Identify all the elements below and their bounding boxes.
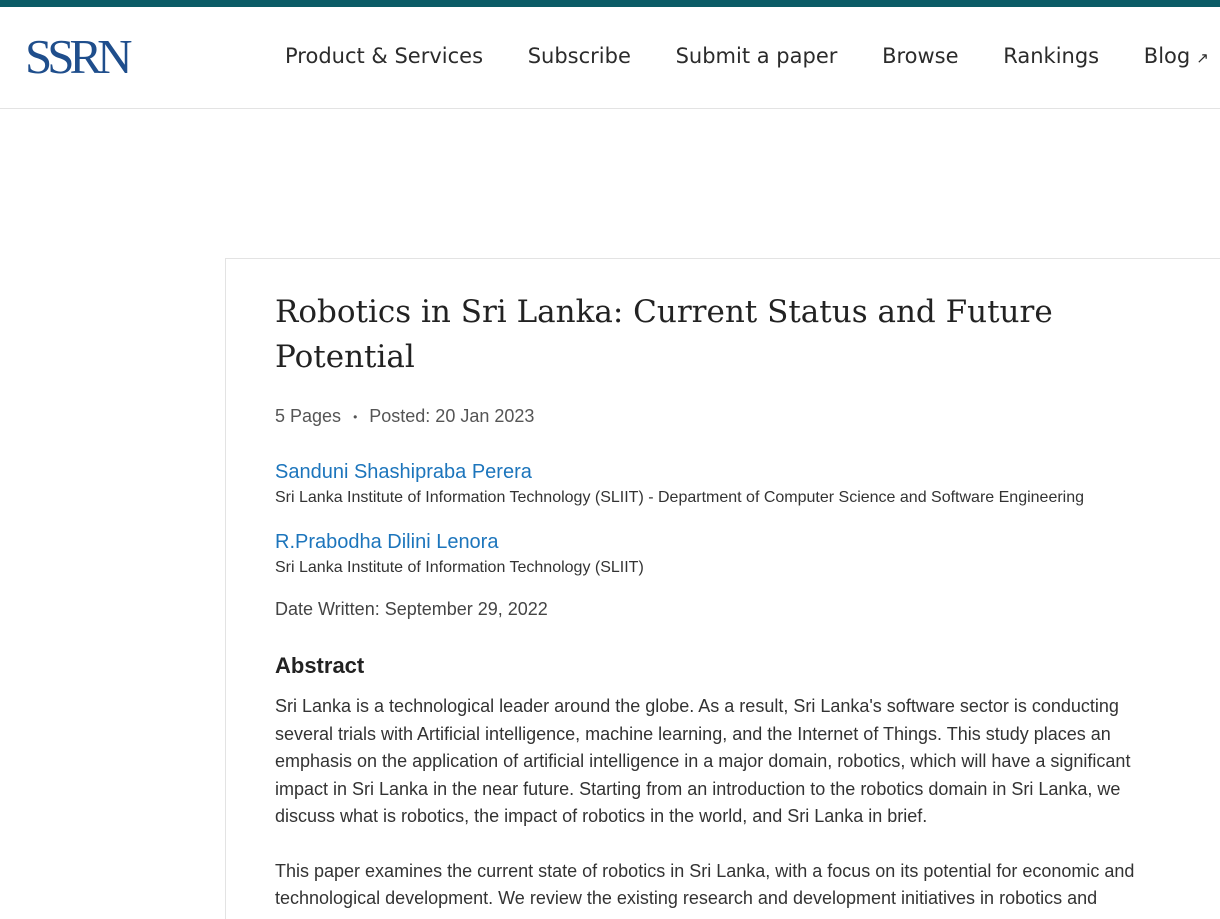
posted-date: Posted: 20 Jan 2023	[369, 406, 535, 426]
author-block: R.Prabodha Dilini Lenora Sri Lanka Insti…	[275, 529, 1175, 579]
top-accent-bar	[0, 0, 1220, 7]
main-nav: Product & Services Subscribe Submit a pa…	[285, 41, 1220, 73]
nav-item-subscribe[interactable]: Subscribe	[528, 44, 631, 68]
author-link[interactable]: R.Prabodha Dilini Lenora	[275, 529, 1175, 555]
nav-item-rankings[interactable]: Rankings	[1003, 44, 1099, 68]
abstract-heading: Abstract	[275, 653, 365, 679]
nav-item-product-services[interactable]: Product & Services	[285, 44, 483, 68]
author-block: Sanduni Shashipraba Perera Sri Lanka Ins…	[275, 459, 1175, 509]
nav-item-blog[interactable]: Blog ↗	[1144, 44, 1209, 68]
site-header: SSRN Product & Services Subscribe Submit…	[0, 7, 1220, 109]
author-affiliation: Sri Lanka Institute of Information Techn…	[275, 559, 644, 577]
paper-meta: 5 Pages • Posted: 20 Jan 2023	[275, 404, 1175, 429]
author-affiliation: Sri Lanka Institute of Information Techn…	[275, 489, 1085, 507]
external-link-icon: ↗	[1196, 49, 1209, 67]
date-written: Date Written: September 29, 2022	[275, 599, 548, 620]
nav-item-submit-paper[interactable]: Submit a paper	[676, 44, 838, 68]
page-count: 5 Pages	[275, 406, 342, 426]
author-link[interactable]: Sanduni Shashipraba Perera	[275, 459, 1175, 485]
nav-item-browse[interactable]: Browse	[882, 44, 958, 68]
nav-item-blog-label: Blog	[1143, 44, 1191, 68]
paper-content: Robotics in Sri Lanka: Current Status an…	[275, 290, 1175, 913]
meta-separator: •	[353, 410, 358, 425]
paper-title: Robotics in Sri Lanka: Current Status an…	[275, 294, 1053, 375]
abstract-paragraph: Sri Lanka is a technological leader arou…	[275, 696, 1131, 827]
ssrn-logo[interactable]: SSRN	[25, 31, 133, 83]
abstract-paragraph: This paper examines the current state of…	[275, 860, 1135, 909]
